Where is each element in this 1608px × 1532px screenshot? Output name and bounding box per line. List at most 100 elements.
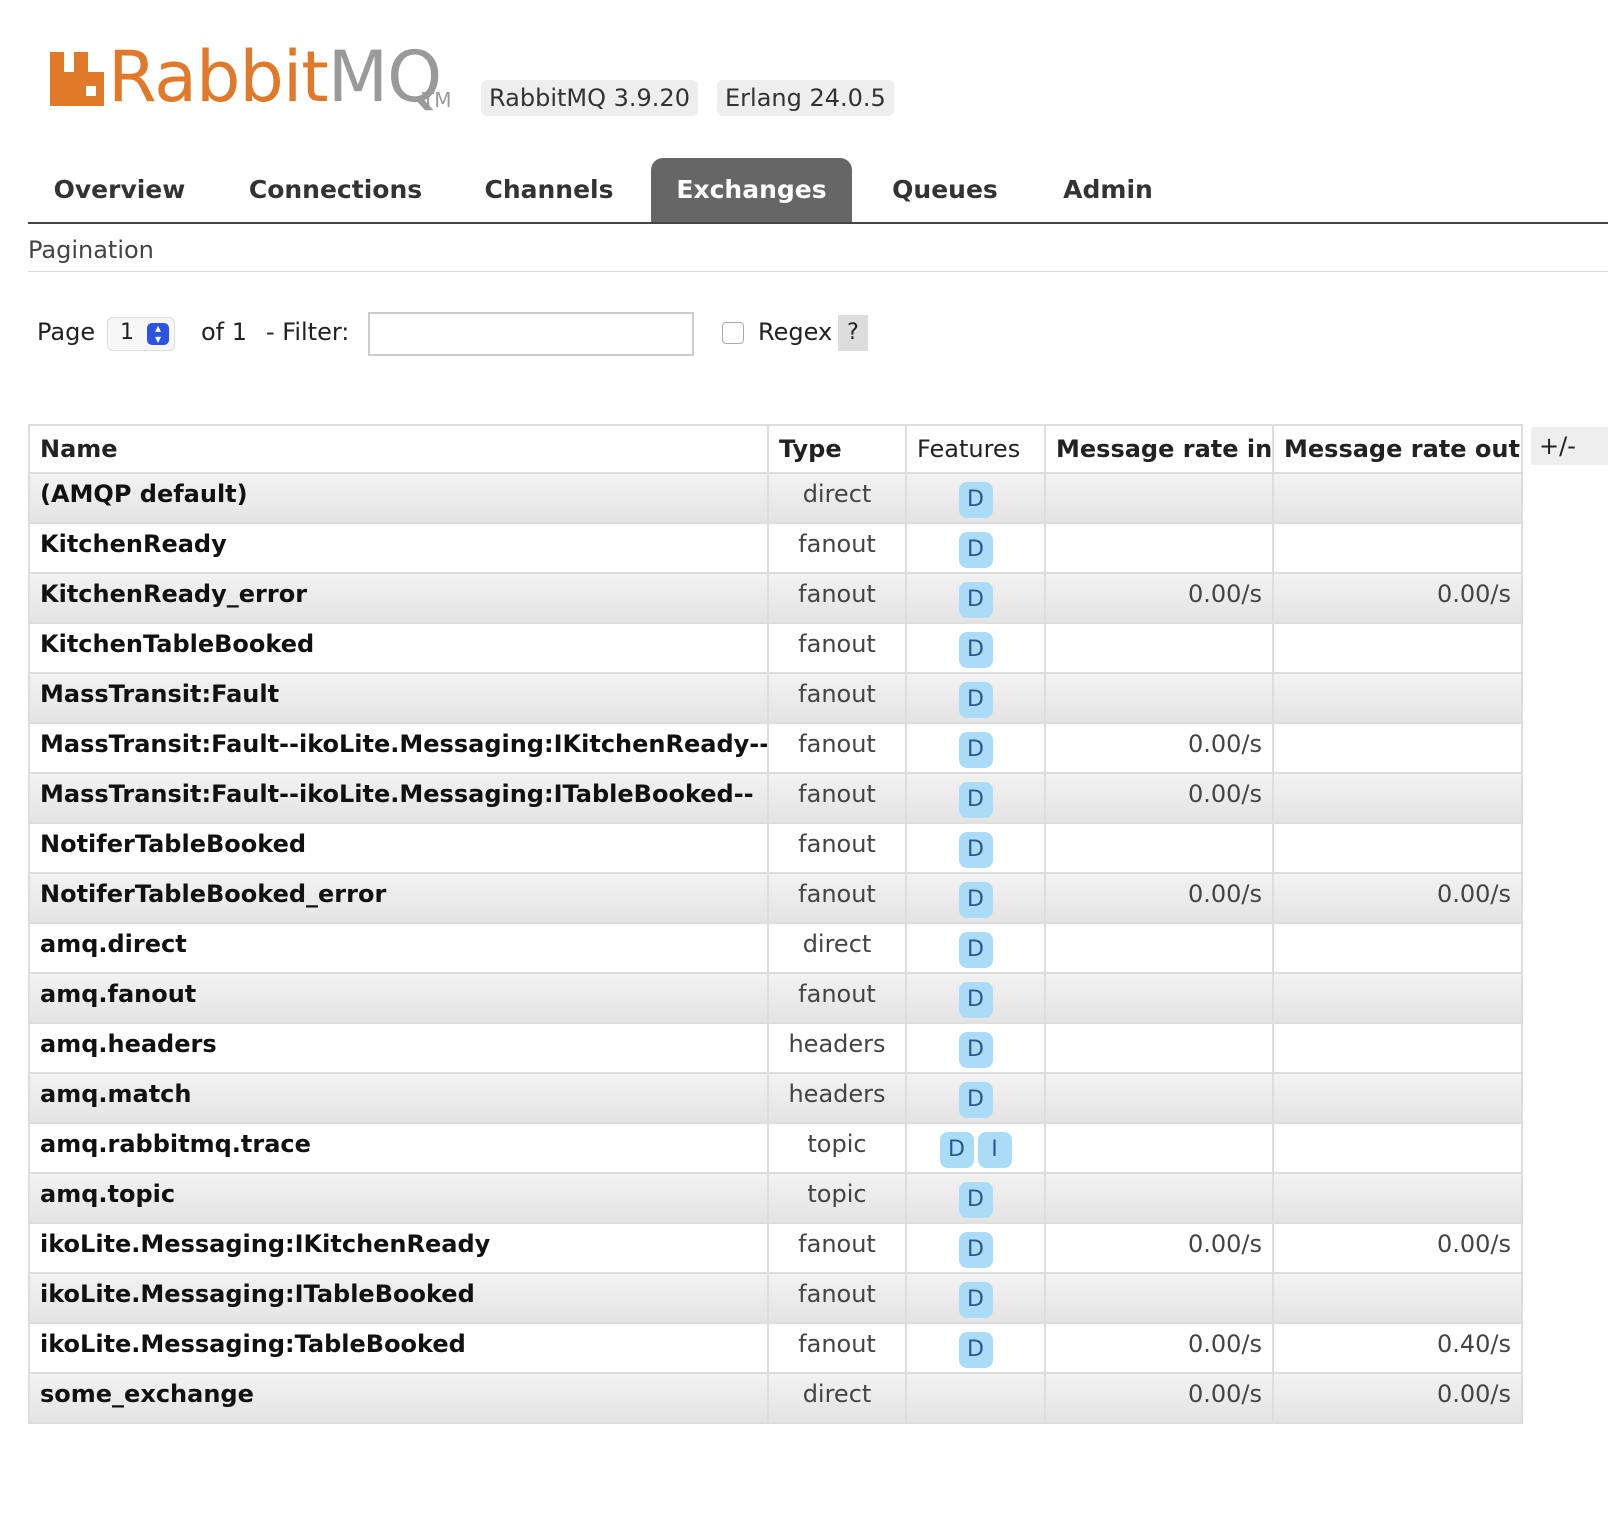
table-row[interactable]: ikoLite.Messaging:TableBooked fanout D 0.00…	[28, 1322, 1523, 1374]
exchange-features: D	[905, 572, 1046, 624]
exchange-name-link[interactable]: NotiferTableBooked_error	[28, 872, 769, 924]
table-row[interactable]: amq.direct direct D	[28, 922, 1523, 974]
exchange-name-link[interactable]: MassTransit:Fault--ikoLite.Messaging:IKi…	[28, 722, 769, 774]
message-rate-out	[1272, 1072, 1523, 1124]
message-rate-out: 0.00/s	[1272, 572, 1523, 624]
feature-badge: D	[958, 1032, 993, 1068]
exchange-features: D	[905, 922, 1046, 974]
table-row[interactable]: KitchenReady fanout D	[28, 522, 1523, 574]
message-rate-in	[1044, 472, 1274, 524]
regex-checkbox[interactable]	[722, 322, 744, 344]
pagination-section-toggle[interactable]: Pagination	[28, 236, 154, 264]
feature-badge: D	[958, 632, 993, 668]
table-row[interactable]: amq.match headers D	[28, 1072, 1523, 1124]
exchange-name-link[interactable]: amq.match	[28, 1072, 769, 1124]
column-toggle-button[interactable]: +/-	[1531, 427, 1608, 465]
exchange-name-link[interactable]: ikoLite.Messaging:TableBooked	[28, 1322, 769, 1374]
message-rate-in	[1044, 922, 1274, 974]
message-rate-in	[1044, 1022, 1274, 1074]
tab-channels[interactable]: Channels	[464, 158, 634, 222]
column-header-type[interactable]: Type	[767, 424, 907, 474]
exchange-type: fanout	[767, 622, 907, 674]
table-row[interactable]: MassTransit:Fault fanout D	[28, 672, 1523, 724]
exchange-features: DI	[905, 1122, 1046, 1174]
tab-connections[interactable]: Connections	[231, 158, 440, 222]
table-row[interactable]: ikoLite.Messaging:IKitchenReady fanout D 0.…	[28, 1222, 1523, 1274]
column-header-rate-in[interactable]: Message rate in	[1044, 424, 1274, 474]
message-rate-out	[1272, 972, 1523, 1024]
exchange-name-link[interactable]: amq.headers	[28, 1022, 769, 1074]
column-header-name[interactable]: Name	[28, 424, 769, 474]
column-header-features: Features	[905, 424, 1046, 474]
message-rate-out	[1272, 922, 1523, 974]
filter-label: - Filter:	[266, 318, 350, 346]
exchange-name-link[interactable]: NotiferTableBooked	[28, 822, 769, 874]
table-row[interactable]: MassTransit:Fault--ikoLite.Messaging:ITa…	[28, 772, 1523, 824]
message-rate-in	[1044, 822, 1274, 874]
table-row[interactable]: amq.rabbitmq.trace topic D I	[28, 1122, 1523, 1174]
feature-badge: D	[958, 932, 993, 968]
message-rate-out	[1272, 1272, 1523, 1324]
exchange-name-link[interactable]: (AMQP default)	[28, 472, 769, 524]
exchange-features: D	[905, 1072, 1046, 1124]
logo-wordmark: RabbitMQ	[108, 36, 442, 118]
tab-overview[interactable]: Overview	[28, 158, 211, 222]
message-rate-out	[1272, 1122, 1523, 1174]
table-row[interactable]: amq.fanout fanout D	[28, 972, 1523, 1024]
column-header-rate-out[interactable]: Message rate out	[1272, 424, 1523, 474]
message-rate-in	[1044, 1272, 1274, 1324]
table-row[interactable]: NotiferTableBooked fanout D	[28, 822, 1523, 874]
exchange-name-link[interactable]: MassTransit:Fault	[28, 672, 769, 724]
exchange-type: fanout	[767, 1322, 907, 1374]
exchange-name-link[interactable]: KitchenTableBooked	[28, 622, 769, 674]
page-select[interactable]: 1 ▴ ▾	[107, 317, 175, 351]
exchange-name-link[interactable]: MassTransit:Fault--ikoLite.Messaging:ITa…	[28, 772, 769, 824]
message-rate-in: 0.00/s	[1044, 722, 1274, 774]
exchange-name-link[interactable]: KitchenReady_error	[28, 572, 769, 624]
feature-badge: D	[958, 532, 993, 568]
header: RabbitMQ TM RabbitMQ 3.9.20 Erlang 24.0.…	[0, 0, 1608, 150]
exchange-name-link[interactable]: ikoLite.Messaging:ITableBooked	[28, 1272, 769, 1324]
tab-exchanges[interactable]: Exchanges	[651, 158, 852, 222]
page-label: Page	[37, 318, 96, 346]
exchange-name-link[interactable]: amq.rabbitmq.trace	[28, 1122, 769, 1174]
message-rate-in	[1044, 1172, 1274, 1224]
filter-input[interactable]	[368, 312, 694, 356]
table-row[interactable]: NotiferTableBooked_error fanout D 0.00/s 0.0…	[28, 872, 1523, 924]
table-row[interactable]: (AMQP default) direct D	[28, 472, 1523, 524]
exchange-type: fanout	[767, 672, 907, 724]
table-row[interactable]: KitchenTableBooked fanout D	[28, 622, 1523, 674]
feature-badge: D	[958, 782, 993, 818]
exchange-features: D	[905, 522, 1046, 574]
exchange-name-link[interactable]: some_exchange	[28, 1372, 769, 1424]
table-row[interactable]: amq.headers headers D	[28, 1022, 1523, 1074]
table-row[interactable]: ikoLite.Messaging:ITableBooked fanout D	[28, 1272, 1523, 1324]
message-rate-out	[1272, 822, 1523, 874]
exchange-type: topic	[767, 1122, 907, 1174]
exchange-type: headers	[767, 1022, 907, 1074]
tab-queues[interactable]: Queues	[875, 158, 1015, 222]
message-rate-out	[1272, 772, 1523, 824]
message-rate-out	[1272, 622, 1523, 674]
table-row[interactable]: KitchenReady_error fanout D 0.00/s 0.00/s	[28, 572, 1523, 624]
exchange-name-link[interactable]: amq.topic	[28, 1172, 769, 1224]
message-rate-in: 0.00/s	[1044, 872, 1274, 924]
feature-badge: D	[958, 732, 993, 768]
exchange-name-link[interactable]: amq.fanout	[28, 972, 769, 1024]
exchange-features: D	[905, 1172, 1046, 1224]
exchange-name-link[interactable]: KitchenReady	[28, 522, 769, 574]
message-rate-in: 0.00/s	[1044, 572, 1274, 624]
table-row[interactable]: some_exchange direct 0.00/s 0.00/s	[28, 1372, 1523, 1424]
exchange-name-link[interactable]: amq.direct	[28, 922, 769, 974]
message-rate-out	[1272, 1172, 1523, 1224]
exchange-name-link[interactable]: ikoLite.Messaging:IKitchenReady	[28, 1222, 769, 1274]
exchange-type: fanout	[767, 1272, 907, 1324]
feature-badge: D	[958, 882, 993, 918]
tab-admin[interactable]: Admin	[1046, 158, 1170, 222]
regex-help-button[interactable]: ?	[838, 315, 868, 351]
table-row[interactable]: amq.topic topic D	[28, 1172, 1523, 1224]
exchange-features: D	[905, 872, 1046, 924]
exchange-features: D	[905, 1022, 1046, 1074]
message-rate-out: 0.00/s	[1272, 872, 1523, 924]
table-row[interactable]: MassTransit:Fault--ikoLite.Messaging:IKi…	[28, 722, 1523, 774]
